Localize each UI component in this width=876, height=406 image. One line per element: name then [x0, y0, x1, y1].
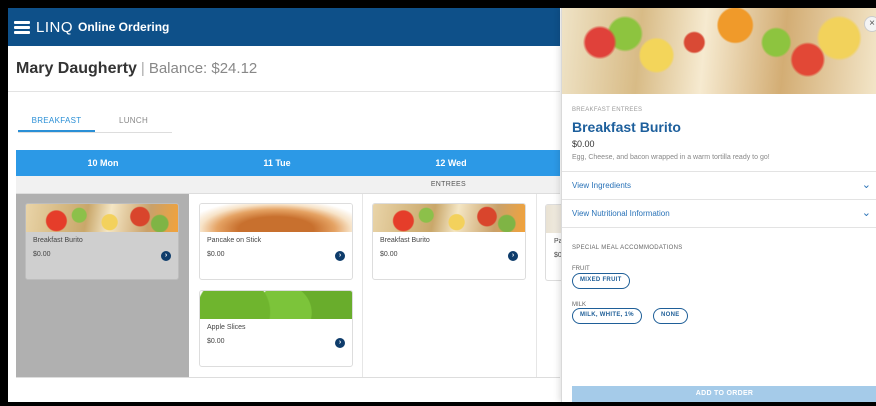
meal-tabs: BREAKFAST LUNCH	[18, 111, 172, 133]
screen-bottom-edge	[0, 402, 876, 406]
screen-top-edge	[0, 0, 876, 8]
user-separator: |	[140, 60, 145, 77]
item-category: BREAKFAST ENTREES	[572, 107, 643, 113]
column-divider	[362, 194, 363, 377]
item-description: Egg, Cheese, and bacon wrapped in a warm…	[572, 154, 770, 161]
day-wednesday[interactable]: 12 Wed	[364, 150, 538, 176]
item-detail-panel: × BREAKFAST ENTREES Breakfast Burito $0.…	[561, 8, 876, 402]
menu-card-name: Breakfast Burito	[380, 237, 430, 244]
add-to-order-button[interactable]: ADD TO ORDER	[572, 386, 876, 402]
view-nutrition-label: View Nutritional Information	[572, 209, 670, 218]
tab-lunch[interactable]: LUNCH	[95, 111, 172, 132]
brand-title: Online Ordering	[78, 20, 170, 34]
arrow-right-circle-icon[interactable]: ›	[161, 251, 171, 261]
menu-card-price: $0.00	[33, 251, 51, 258]
apple-image	[200, 291, 352, 319]
burrito-image	[373, 204, 525, 232]
section-label: ENTREES	[16, 176, 560, 194]
accommodations-label: SPECIAL MEAL ACCOMMODATIONS	[572, 245, 683, 251]
app-header: LINQ Online Ordering	[8, 8, 560, 46]
item-price: $0.00	[572, 139, 595, 149]
menu-card-price: $0.00	[207, 338, 225, 345]
hamburger-icon[interactable]	[14, 20, 30, 34]
day-header: 10 Mon 11 Tue 12 Wed	[16, 150, 560, 176]
menu-card-price: $0.00	[380, 251, 398, 258]
pancake-image	[200, 204, 352, 232]
menu-card-price: $0.00	[207, 251, 225, 258]
option-milk-white-1[interactable]: MILK, WHITE, 1%	[572, 308, 642, 324]
day-monday[interactable]: 10 Mon	[16, 150, 190, 176]
user-name: Mary Daugherty	[16, 59, 137, 77]
menu-card-name: Pancake on Stick	[207, 237, 262, 244]
user-bar: Mary Daugherty | Balance: $24.12	[8, 46, 560, 92]
day-tuesday[interactable]: 11 Tue	[190, 150, 364, 176]
fruit-label: FRUIT	[572, 266, 590, 272]
brand-logo: LINQ	[36, 18, 74, 36]
arrow-right-circle-icon[interactable]: ›	[508, 251, 518, 261]
arrow-right-circle-icon[interactable]: ›	[335, 338, 345, 348]
item-hero-image	[562, 8, 876, 94]
view-ingredients-label: View Ingredients	[572, 181, 631, 190]
menu-card-name: Apple Slices	[207, 324, 246, 331]
grid-bottom-rule	[16, 377, 560, 378]
menu-card[interactable]: Breakfast Burito $0.00 ›	[372, 203, 526, 280]
tab-breakfast[interactable]: BREAKFAST	[18, 111, 95, 132]
section-divider	[562, 227, 876, 228]
view-nutrition-row[interactable]: View Nutritional Information ⌄	[562, 199, 876, 227]
item-title: Breakfast Burito	[572, 119, 681, 135]
user-balance: Balance: $24.12	[148, 60, 258, 77]
menu-card-name: Breakfast Burito	[33, 237, 83, 244]
option-none[interactable]: NONE	[653, 308, 688, 324]
column-divider	[536, 194, 537, 377]
menu-card[interactable]: Breakfast Burito $0.00 ›	[25, 203, 179, 280]
menu-card[interactable]: Apple Slices $0.00 ›	[199, 290, 353, 367]
view-ingredients-row[interactable]: View Ingredients ⌄	[562, 171, 876, 199]
option-mixed-fruit[interactable]: MIXED FRUIT	[572, 273, 630, 289]
chevron-down-icon: ⌄	[861, 207, 871, 219]
arrow-right-circle-icon[interactable]: ›	[335, 251, 345, 261]
chevron-down-icon: ⌄	[861, 179, 871, 191]
screen-left-edge	[0, 0, 8, 406]
menu-card[interactable]: Pancake on Stick $0.00 ›	[199, 203, 353, 280]
burrito-image	[26, 204, 178, 232]
close-icon[interactable]: ×	[864, 16, 876, 32]
